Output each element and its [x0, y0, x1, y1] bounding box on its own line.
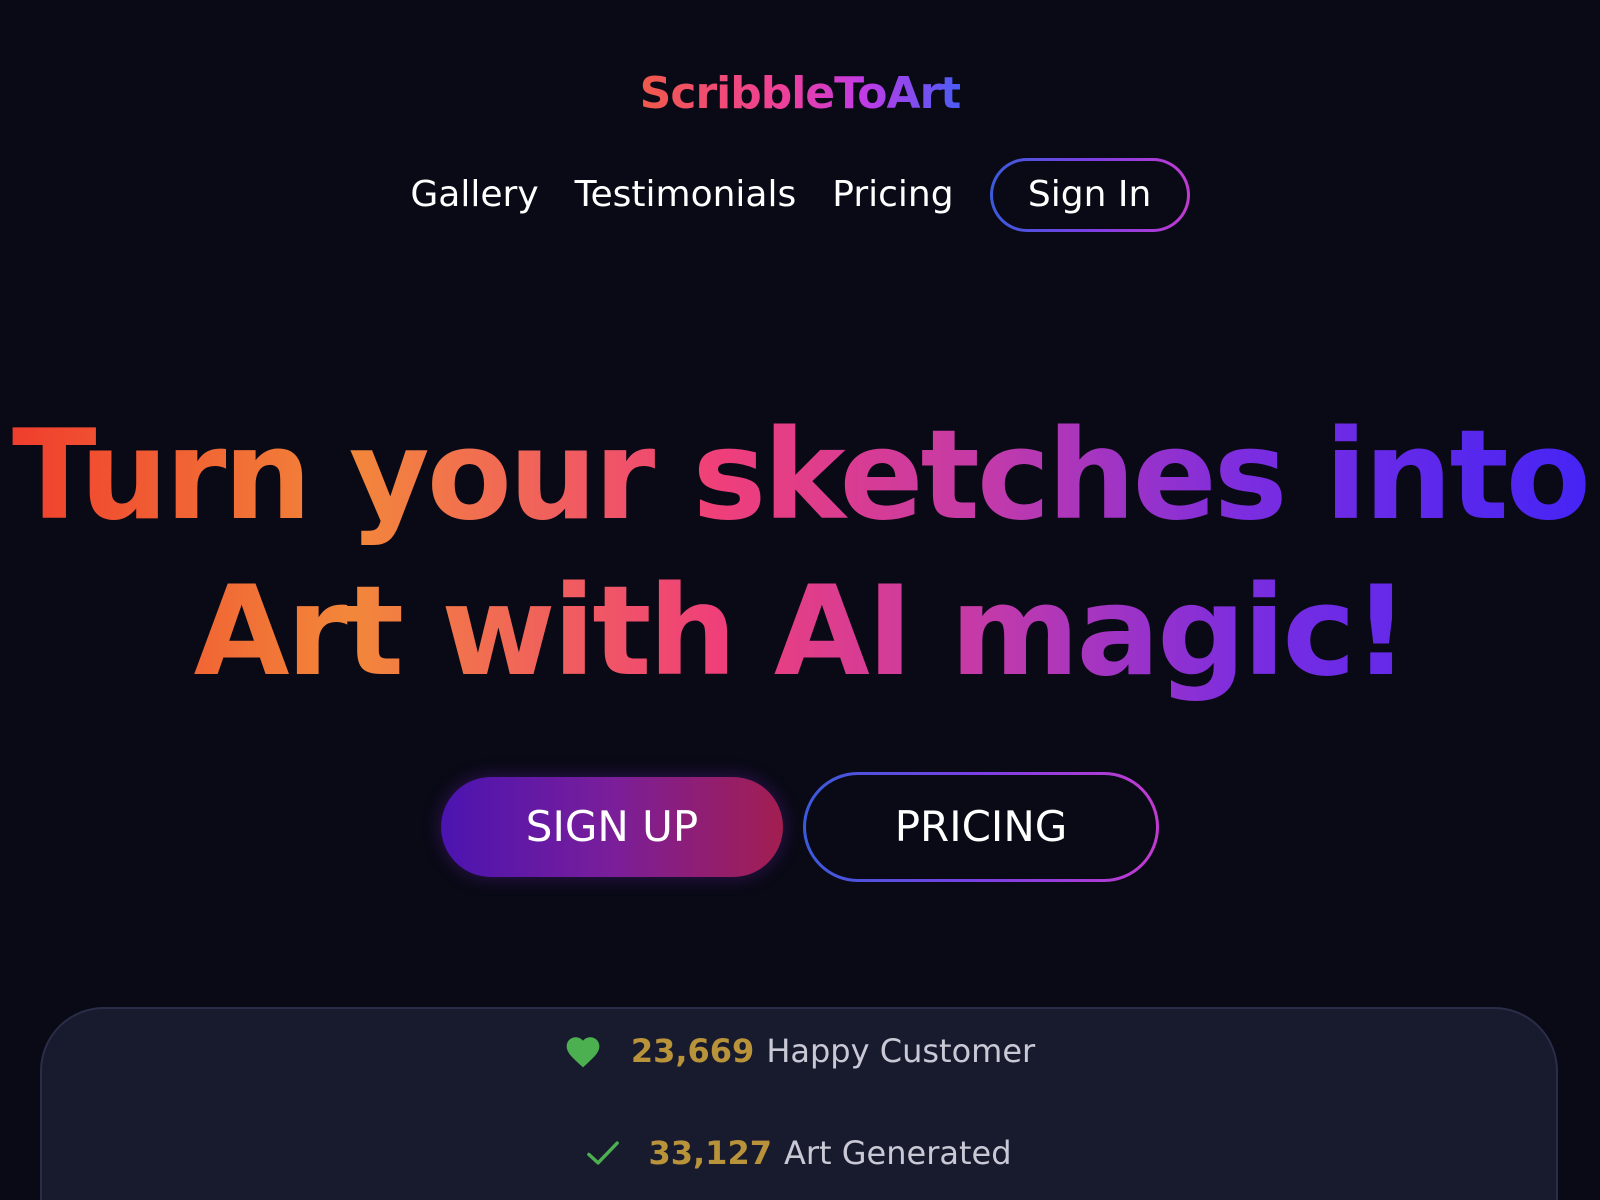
- stat-number: 23,669: [630, 1032, 755, 1070]
- sign-in-button[interactable]: Sign In: [989, 158, 1190, 232]
- hero-headline: Turn your sketches into Art with AI magi…: [0, 398, 1600, 710]
- stat-happy-customers: 23,669 Happy Customer: [42, 1031, 1556, 1071]
- stat-label: Art Generated: [783, 1134, 1012, 1172]
- stat-art-generated: 33,127 Art Generated: [42, 1133, 1556, 1173]
- stats-panel: 23,669 Happy Customer 33,127 Art Generat…: [40, 1007, 1558, 1200]
- check-icon: [586, 1138, 620, 1168]
- landing-page: ScribbleToArt Gallery Testimonials Prici…: [0, 0, 1600, 1200]
- nav-pricing-link[interactable]: Pricing: [832, 175, 953, 215]
- heart-icon: [563, 1033, 603, 1069]
- sign-up-button[interactable]: SIGN UP: [441, 777, 783, 877]
- pricing-button-label: PRICING: [806, 775, 1156, 879]
- stat-label: Happy Customer: [766, 1032, 1036, 1070]
- hero-headline-line-1: Turn your sketches into: [0, 398, 1600, 554]
- nav-testimonials-link[interactable]: Testimonials: [575, 175, 797, 215]
- pricing-button[interactable]: PRICING: [803, 772, 1159, 882]
- hero-cta-row: SIGN UP PRICING: [0, 772, 1600, 882]
- logo-text[interactable]: ScribbleToArt: [640, 68, 962, 119]
- hero-headline-line-2: Art with AI magic!: [0, 554, 1600, 710]
- stat-number: 33,127: [648, 1134, 772, 1172]
- logo[interactable]: ScribbleToArt: [0, 64, 1600, 124]
- top-nav: Gallery Testimonials Pricing Sign In: [0, 158, 1600, 232]
- sign-in-label: Sign In: [992, 161, 1187, 229]
- nav-gallery-link[interactable]: Gallery: [410, 175, 538, 215]
